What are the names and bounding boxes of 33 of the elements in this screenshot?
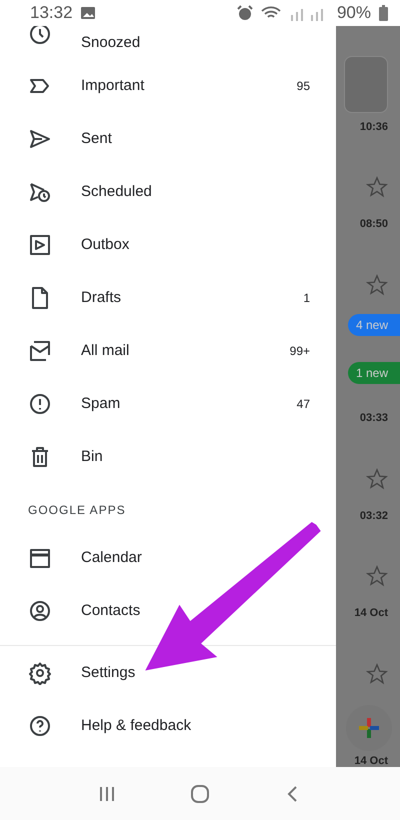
- mail-time: 03:32: [360, 510, 388, 522]
- section-heading: GOOGLE APPS: [27, 502, 127, 519]
- mail-time: 03:33: [360, 412, 388, 424]
- star-icon: [366, 663, 388, 686]
- mail-time: 10:36: [360, 120, 388, 133]
- home-icon[interactable]: [188, 782, 211, 804]
- outbox-icon: [28, 232, 52, 256]
- battery-percent: 90%: [336, 3, 371, 23]
- star-icon: [366, 565, 388, 588]
- mail-stack-icon: [28, 338, 52, 362]
- battery-icon: [379, 5, 388, 21]
- star-icon: [366, 468, 388, 490]
- warning-icon: [28, 392, 52, 416]
- contact-icon: [28, 598, 52, 622]
- plus-icon: [357, 716, 381, 740]
- mail-time: 14 Oct: [354, 607, 388, 620]
- avatar: [344, 56, 388, 113]
- unread-count: 1: [303, 290, 310, 304]
- mail-time: 08:50: [360, 218, 388, 230]
- new-badge: 4 new: [348, 314, 400, 336]
- clock-icon: [28, 26, 52, 46]
- image-icon: [80, 7, 95, 19]
- unread-count: 95: [296, 78, 310, 92]
- new-badge: 1 new: [348, 362, 400, 384]
- help-icon: [28, 714, 52, 738]
- star-icon: [366, 176, 388, 198]
- settings-icon: [28, 660, 52, 684]
- alarm-icon: [236, 5, 253, 21]
- clock-time: 13:32: [30, 3, 73, 23]
- unread-count: 47: [296, 396, 310, 410]
- unread-count: 99+: [290, 344, 310, 358]
- star-icon: [366, 274, 388, 296]
- mail-time: 14 Oct: [354, 755, 388, 768]
